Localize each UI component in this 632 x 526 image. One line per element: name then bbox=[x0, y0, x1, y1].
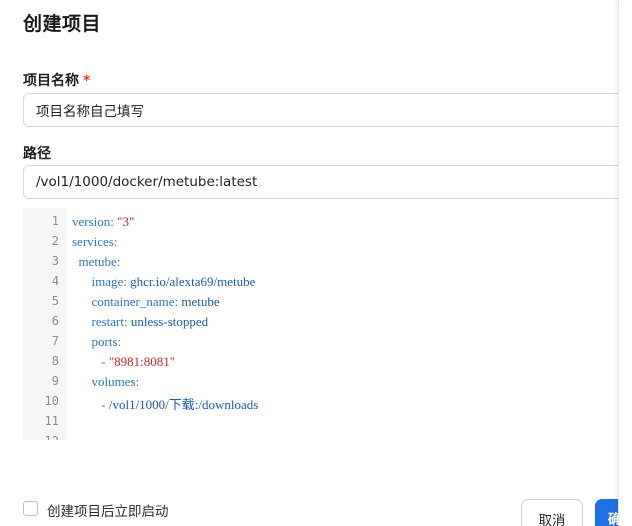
code-line: services: bbox=[72, 234, 118, 250]
yaml-dash: - bbox=[101, 397, 109, 412]
line-number: 1 bbox=[51, 214, 59, 228]
line-number: 4 bbox=[51, 274, 59, 288]
code-line: volumes: bbox=[72, 374, 140, 390]
line-number: 8 bbox=[51, 354, 59, 368]
yaml-indent bbox=[72, 354, 101, 369]
yaml-str: "3" bbox=[117, 214, 135, 229]
line-number: 3 bbox=[51, 254, 59, 268]
yaml-key: restart bbox=[91, 314, 124, 329]
yaml-key: version bbox=[72, 214, 111, 229]
line-number: 5 bbox=[51, 294, 59, 308]
code-line: - /vol1/1000/下载:/downloads bbox=[72, 394, 258, 413]
code-line: image: ghcr.io/alexta69/metube bbox=[72, 274, 256, 290]
project-name-input[interactable] bbox=[23, 93, 632, 127]
required-mark: * bbox=[83, 73, 91, 89]
yaml-val: metube bbox=[181, 294, 220, 309]
dialog-title: 创建项目 bbox=[23, 13, 102, 35]
line-number: 7 bbox=[51, 334, 59, 348]
yaml-val: unless-stopped bbox=[130, 314, 209, 329]
project-name-label: 项目名称 * bbox=[23, 70, 90, 90]
project-name-label-text: 项目名称 bbox=[23, 73, 79, 89]
yaml-indent bbox=[72, 374, 92, 389]
yaml-indent bbox=[72, 314, 92, 329]
path-input[interactable] bbox=[23, 165, 632, 199]
yaml-key: container_name bbox=[91, 294, 175, 309]
line-number: 10 bbox=[44, 394, 59, 408]
code-line: version: "3" bbox=[72, 214, 134, 230]
line-number-gutter: 123456789101112 bbox=[23, 208, 67, 440]
yaml-key: metube bbox=[78, 254, 117, 269]
yaml-sep: : bbox=[117, 334, 122, 349]
yaml-key: ports bbox=[91, 334, 118, 349]
yaml-key: volumes bbox=[91, 374, 136, 389]
yaml-sep: : bbox=[123, 314, 131, 329]
autostart-checkbox[interactable] bbox=[23, 501, 38, 516]
yaml-key: services bbox=[72, 234, 114, 249]
yaml-sep: : bbox=[135, 374, 140, 389]
autostart-label: 创建项目后立即启动 bbox=[47, 504, 169, 520]
code-line: ports: bbox=[72, 334, 122, 350]
code-line: metube: bbox=[72, 254, 121, 270]
path-label: 路径 bbox=[23, 146, 51, 162]
cancel-button[interactable]: 取消 bbox=[521, 499, 583, 526]
line-number: 9 bbox=[51, 374, 59, 388]
adjacent-panel-edge bbox=[618, 0, 632, 526]
line-number: 11 bbox=[44, 414, 59, 428]
line-number: 6 bbox=[51, 314, 59, 328]
compose-editor[interactable]: 123456789101112 version: "3"services: me… bbox=[23, 208, 632, 440]
yaml-sep: : bbox=[113, 234, 118, 249]
yaml-indent bbox=[72, 397, 101, 412]
yaml-indent bbox=[72, 334, 92, 349]
yaml-indent bbox=[72, 274, 92, 289]
yaml-val: ghcr.io/alexta69/metube bbox=[130, 274, 256, 289]
code-line: restart: unless-stopped bbox=[72, 314, 209, 330]
code-line: - "8981:8081" bbox=[72, 354, 175, 370]
code-line: container_name: metube bbox=[72, 294, 220, 310]
yaml-str: "8981:8081" bbox=[108, 354, 176, 369]
line-number: 2 bbox=[51, 234, 59, 248]
line-number: 12 bbox=[23, 434, 59, 440]
yaml-dash: - bbox=[101, 354, 109, 369]
yaml-key: image bbox=[91, 274, 124, 289]
yaml-val: /vol1/1000/下载:/downloads bbox=[108, 397, 259, 412]
yaml-indent bbox=[72, 294, 92, 309]
yaml-sep: : bbox=[116, 254, 121, 269]
create-project-dialog: 创建项目 项目名称* 路径 123456789101112 version: "… bbox=[0, 0, 632, 526]
